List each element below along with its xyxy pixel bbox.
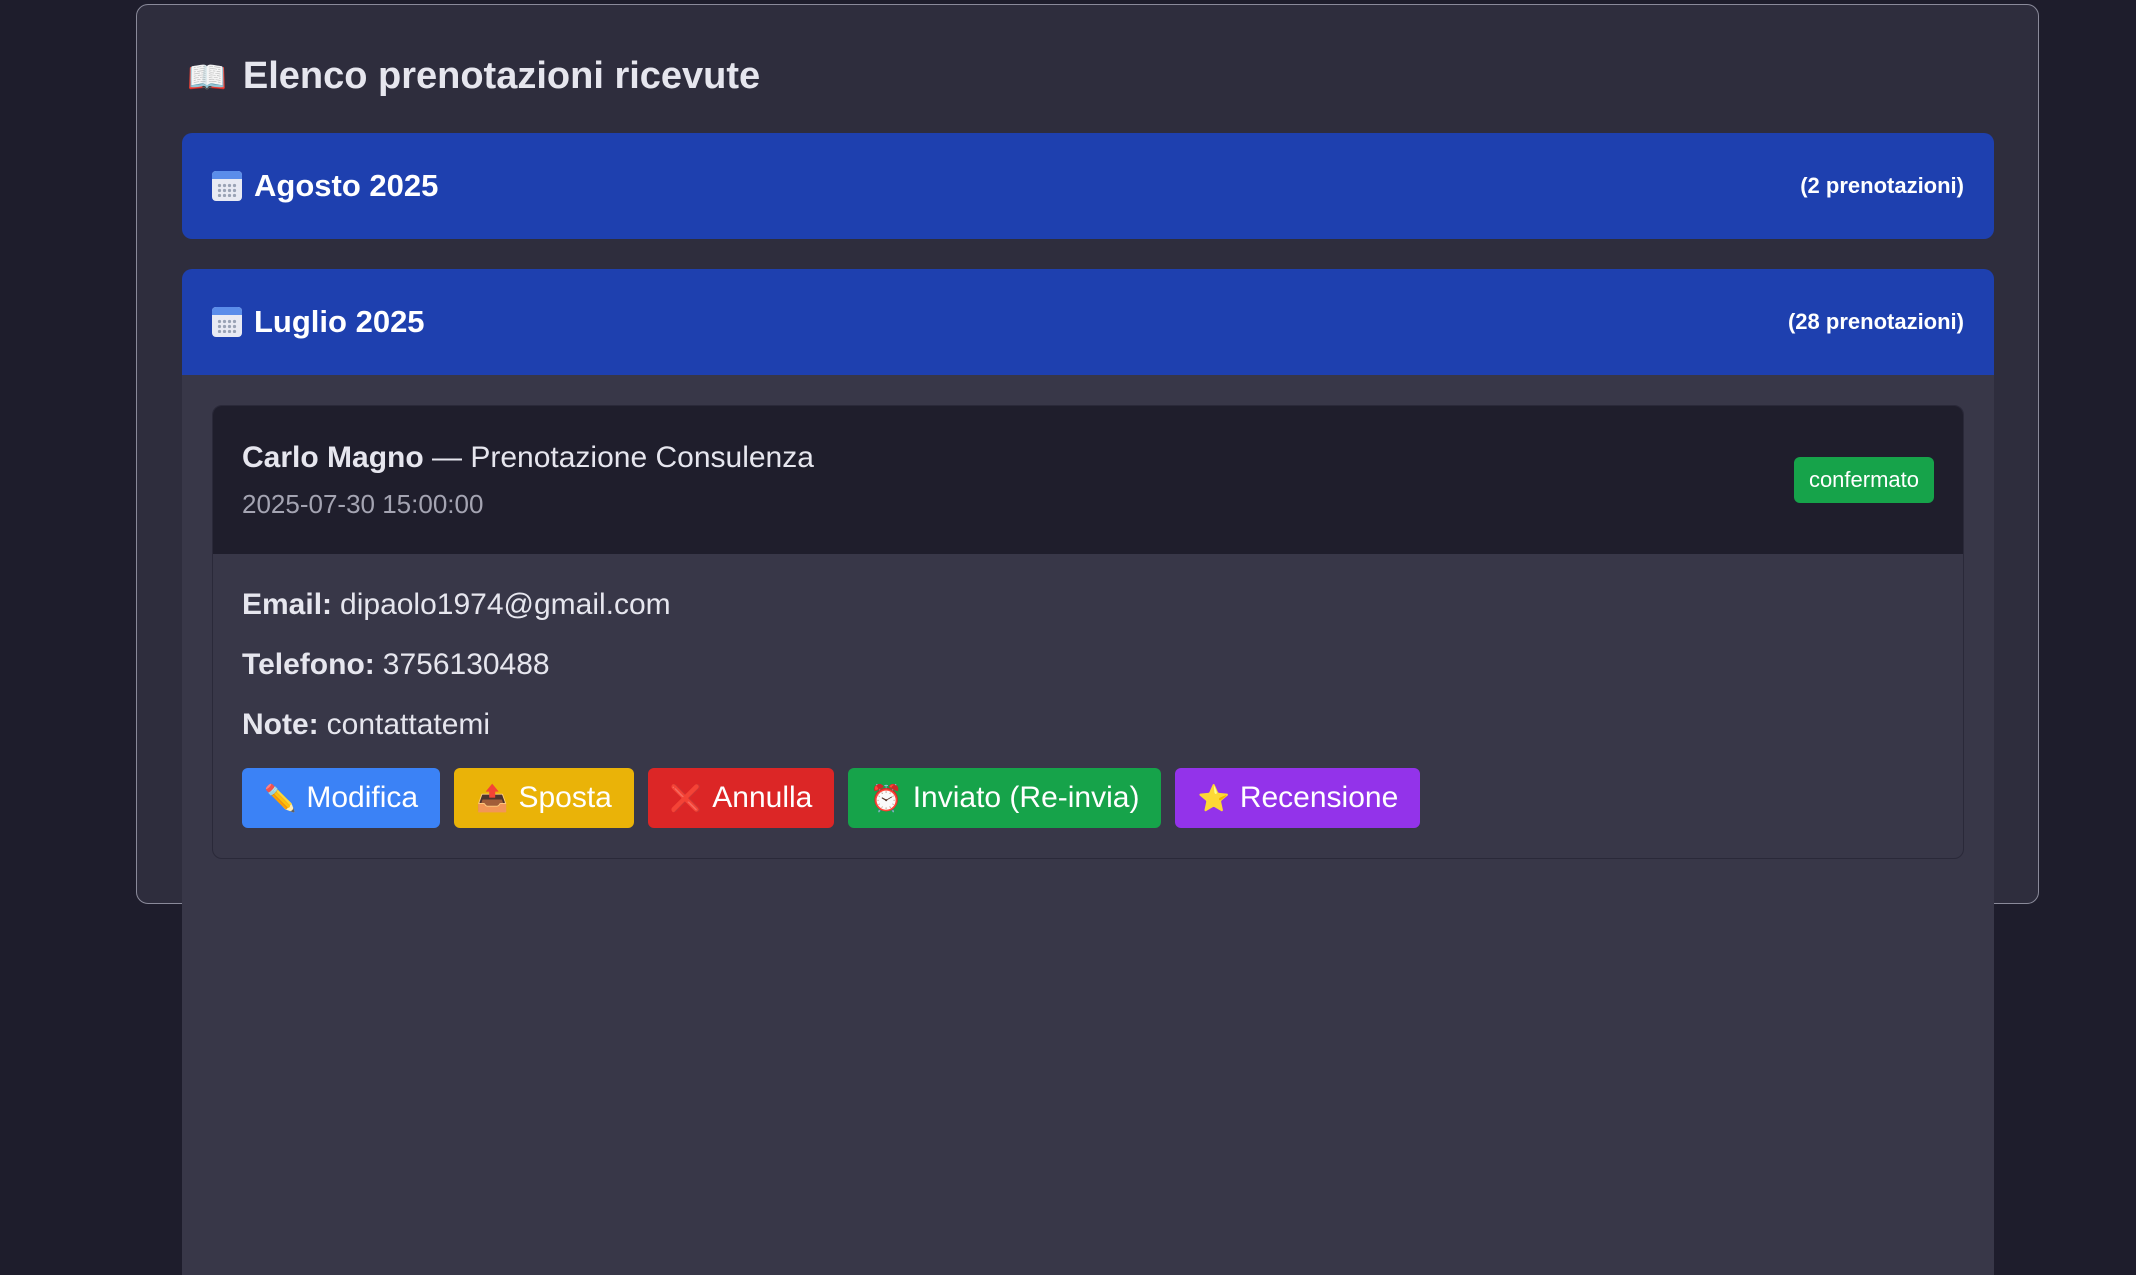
cross-icon: ❌	[669, 783, 703, 813]
month-section-luglio[interactable]: Luglio 2025 (28 prenotazioni) Carlo Magn…	[182, 269, 1994, 1275]
month-header[interactable]: Luglio 2025 (28 prenotazioni)	[182, 269, 1994, 375]
move-button-label: Sposta	[518, 781, 612, 814]
resend-button[interactable]: ⏰ Inviato (Re-invia)	[848, 768, 1162, 828]
pencil-icon: ✏️	[264, 783, 297, 813]
book-icon: 📖	[187, 58, 227, 95]
status-badge: confermato	[1793, 457, 1934, 503]
phone-row: Telefono: 3756130488	[242, 648, 1934, 682]
booking-title: Carlo Magno — Prenotazione Consulenza	[242, 441, 814, 475]
calendar-icon	[212, 171, 242, 201]
cancel-button[interactable]: ❌ Annulla	[647, 768, 835, 828]
page-title: 📖 Elenco prenotazioni ricevute	[187, 55, 760, 98]
service-name: — Prenotazione Consulenza	[423, 440, 814, 474]
cancel-button-label: Annulla	[712, 781, 813, 814]
booking-actions: ✏️ Modifica 📤 Sposta ❌ Annulla ⏰ Inviato…	[242, 768, 1934, 828]
alarm-clock-icon: ⏰	[870, 783, 903, 813]
edit-button-label: Modifica	[306, 781, 419, 814]
month-title: Agosto 2025	[212, 168, 438, 204]
calendar-icon	[212, 307, 242, 337]
booking-card-header: Carlo Magno — Prenotazione Consulenza 20…	[213, 406, 1963, 554]
month-bookings-list: Carlo Magno — Prenotazione Consulenza 20…	[182, 375, 1994, 1275]
month-section-agosto[interactable]: Agosto 2025 (2 prenotazioni)	[182, 133, 1994, 239]
month-booking-count: (28 prenotazioni)	[1787, 309, 1964, 334]
move-button[interactable]: 📤 Sposta	[454, 768, 634, 828]
month-name: Luglio 2025	[254, 304, 425, 339]
review-button[interactable]: ⭐ Recensione	[1175, 768, 1421, 828]
month-name: Agosto 2025	[254, 168, 439, 203]
edit-button[interactable]: ✏️ Modifica	[242, 768, 441, 828]
review-button-label: Recensione	[1239, 781, 1399, 814]
star-icon: ⭐	[1197, 783, 1230, 813]
email-row: Email: dipaolo1974@gmail.com	[242, 588, 1934, 622]
note-row: Note: contattatemi	[242, 708, 1934, 742]
phone-value: 3756130488	[382, 648, 550, 681]
booking-datetime: 2025-07-30 15:00:00	[242, 488, 484, 519]
phone-label: Telefono:	[242, 648, 375, 681]
page-title-text: Elenco prenotazioni ricevute	[242, 55, 761, 97]
booking-card: Carlo Magno — Prenotazione Consulenza 20…	[212, 405, 1964, 859]
outbox-icon: 📤	[476, 783, 509, 813]
email-value: dipaolo1974@gmail.com	[340, 588, 671, 621]
note-label: Note:	[242, 708, 319, 741]
note-value: contattatemi	[326, 708, 491, 741]
resend-button-label: Inviato (Re-invia)	[912, 781, 1140, 814]
month-header[interactable]: Agosto 2025 (2 prenotazioni)	[182, 133, 1994, 239]
booking-details: Email: dipaolo1974@gmail.com Telefono: 375…	[213, 554, 1963, 858]
email-label: Email:	[242, 588, 333, 621]
month-booking-count: (2 prenotazioni)	[1800, 173, 1964, 198]
bookings-panel: 📖 Elenco prenotazioni ricevute Agosto 20…	[136, 4, 2039, 1275]
month-title: Luglio 2025	[212, 304, 425, 340]
customer-name: Carlo Magno	[242, 440, 424, 474]
